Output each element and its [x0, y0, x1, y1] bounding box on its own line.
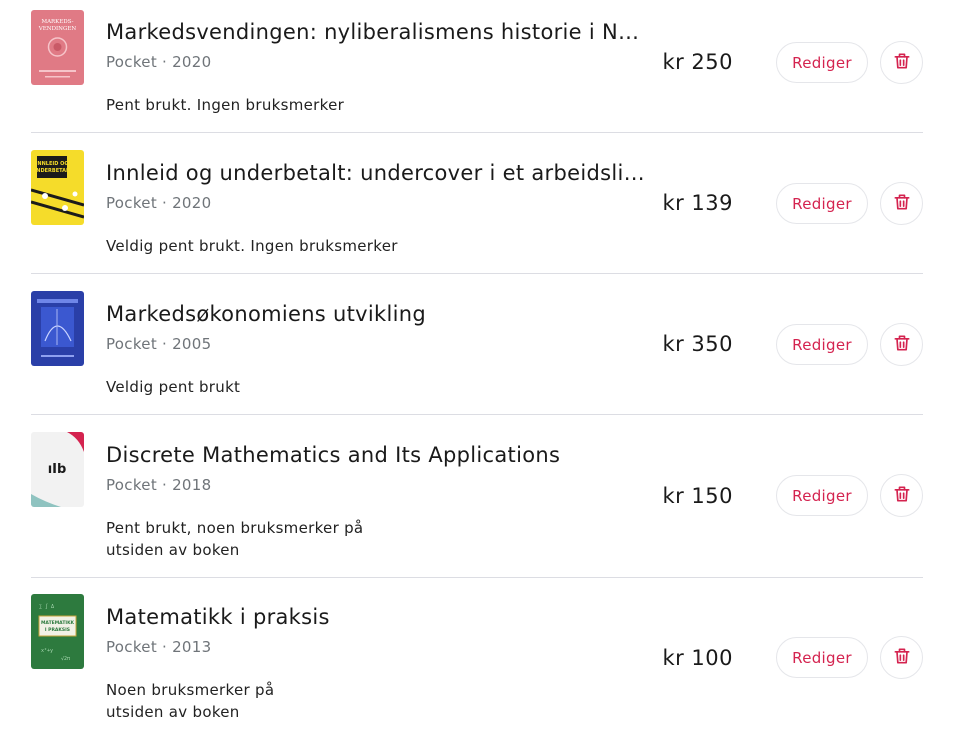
book-year: 2020 — [172, 194, 212, 212]
book-condition: Pent brukt. Ingen bruksmerker — [106, 96, 345, 114]
edit-button[interactable]: Rediger — [776, 42, 868, 83]
book-title[interactable]: Discrete Mathematics and Its Application… — [106, 443, 651, 467]
trash-icon — [892, 333, 912, 356]
edit-button[interactable]: Rediger — [776, 637, 868, 678]
book-year: 2005 — [172, 335, 212, 353]
book-meta: Pocket · 2018 — [106, 476, 211, 494]
book-format: Pocket — [106, 194, 157, 212]
svg-text:UNDERBETALT: UNDERBETALT — [32, 168, 72, 174]
svg-text:I PRAKSIS: I PRAKSIS — [45, 627, 70, 633]
book-meta: Pocket · 2005 — [106, 335, 211, 353]
book-cover-image[interactable] — [31, 291, 84, 366]
svg-text:ıIb: ıIb — [48, 462, 67, 477]
delete-button[interactable] — [880, 474, 923, 517]
book-meta: Pocket · 2020 — [106, 53, 211, 71]
svg-text:MARKEDS-: MARKEDS- — [41, 19, 73, 25]
meta-separator: · — [162, 476, 168, 494]
meta-separator: · — [162, 53, 168, 71]
book-condition: Noen bruksmerker på utsiden av boken — [106, 681, 275, 721]
listing-list: MARKEDS- VENDINGEN Markedsvendingen: nyl… — [31, 0, 923, 735]
book-condition: Veldig pent brukt — [106, 378, 241, 396]
list-item: INNLEID OG UNDERBETALT Innleid og underb… — [31, 133, 923, 274]
book-format: Pocket — [106, 335, 157, 353]
list-item: MARKEDS- VENDINGEN Markedsvendingen: nyl… — [31, 0, 923, 133]
book-condition: Pent brukt, noen bruksmerker på utsiden … — [106, 519, 364, 559]
trash-icon — [892, 484, 912, 507]
book-meta: Pocket · 2013 — [106, 638, 211, 656]
list-item: Markedsøkonomiens utvikling Pocket · 2005 … — [31, 274, 923, 415]
trash-icon — [892, 51, 912, 74]
meta-separator: · — [162, 335, 168, 353]
svg-text:MATEMATIKK: MATEMATIKK — [41, 620, 75, 626]
book-price: kr 250 — [662, 50, 733, 74]
list-item: MATEMATIKK I PRAKSIS x²+y √2π ∑ ∫ Δ Mate… — [31, 578, 923, 735]
edit-button[interactable]: Rediger — [776, 183, 868, 224]
edit-button[interactable]: Rediger — [776, 324, 868, 365]
book-cover-image[interactable]: MATEMATIKK I PRAKSIS x²+y √2π ∑ ∫ Δ — [31, 594, 84, 669]
book-title[interactable]: Markedsvendingen: nyliberalismens histor… — [106, 20, 651, 44]
book-meta: Pocket · 2020 — [106, 194, 211, 212]
delete-button[interactable] — [880, 636, 923, 679]
book-title[interactable]: Matematikk i praksis — [106, 605, 651, 629]
list-item: ıIb Discrete Mathematics and Its Applica… — [31, 415, 923, 578]
book-format: Pocket — [106, 476, 157, 494]
svg-text:VENDINGEN: VENDINGEN — [38, 26, 77, 32]
book-price: kr 100 — [662, 646, 733, 670]
svg-text:INNLEID OG: INNLEID OG — [36, 161, 69, 167]
book-cover-image[interactable]: MARKEDS- VENDINGEN — [31, 10, 84, 85]
svg-text:√2π: √2π — [61, 656, 70, 662]
book-price: kr 350 — [662, 332, 733, 356]
book-title[interactable]: Innleid og underbetalt: undercover i et … — [106, 161, 651, 185]
svg-text:∑ ∫ Δ: ∑ ∫ Δ — [39, 603, 54, 610]
delete-button[interactable] — [880, 182, 923, 225]
book-condition: Veldig pent brukt. Ingen bruksmerker — [106, 237, 398, 255]
book-cover-image[interactable]: INNLEID OG UNDERBETALT — [31, 150, 84, 225]
book-year: 2013 — [172, 638, 212, 656]
book-cover-image[interactable]: ıIb — [31, 432, 84, 507]
delete-button[interactable] — [880, 323, 923, 366]
meta-separator: · — [162, 638, 168, 656]
book-title[interactable]: Markedsøkonomiens utvikling — [106, 302, 651, 326]
book-year: 2018 — [172, 476, 212, 494]
trash-icon — [892, 646, 912, 669]
book-format: Pocket — [106, 53, 157, 71]
meta-separator: · — [162, 194, 168, 212]
book-price: kr 139 — [662, 191, 733, 215]
book-year: 2020 — [172, 53, 212, 71]
book-price: kr 150 — [662, 484, 733, 508]
svg-text:x²+y: x²+y — [41, 648, 53, 654]
trash-icon — [892, 192, 912, 215]
delete-button[interactable] — [880, 41, 923, 84]
edit-button[interactable]: Rediger — [776, 475, 868, 516]
book-format: Pocket — [106, 638, 157, 656]
